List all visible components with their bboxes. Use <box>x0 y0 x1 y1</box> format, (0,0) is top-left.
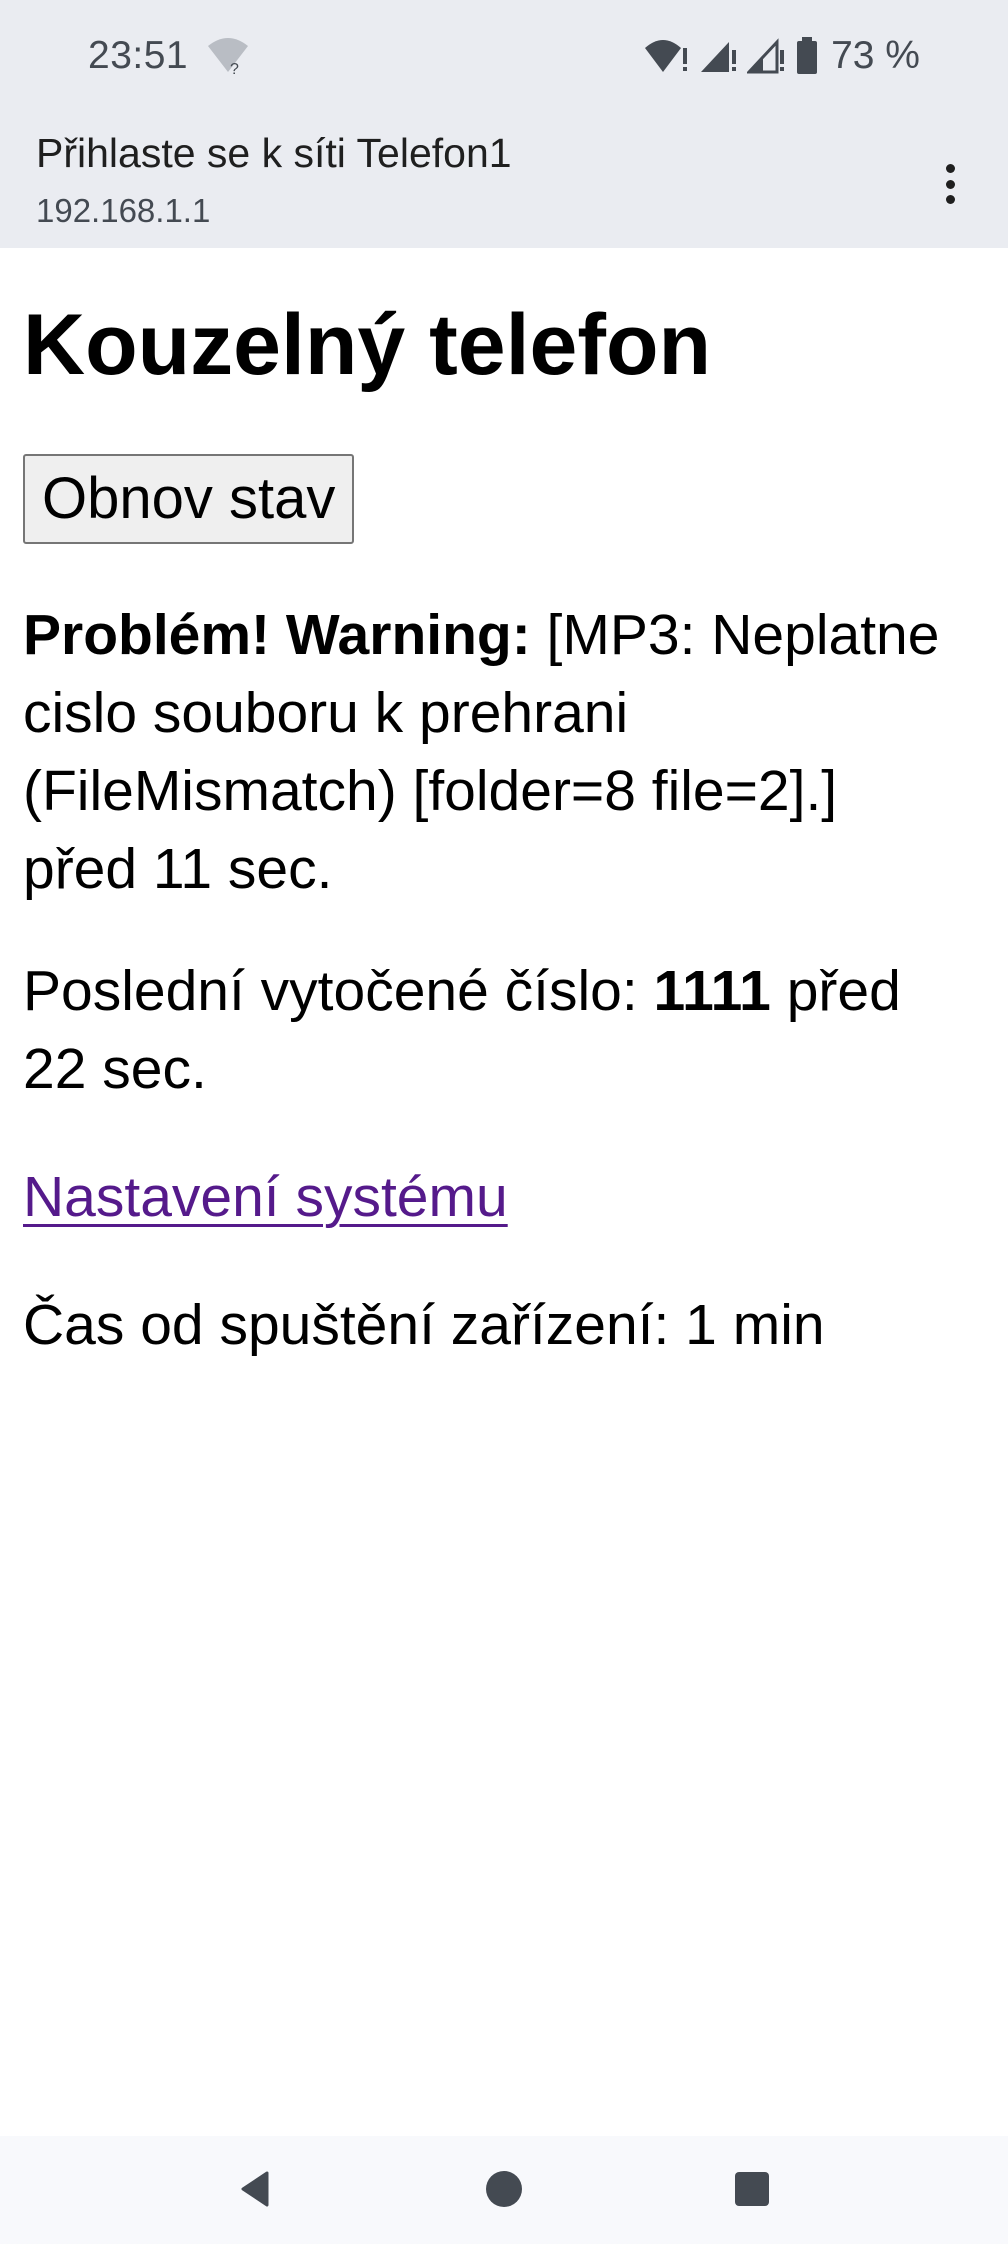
last-dialed-number: 1111 <box>653 959 771 1023</box>
uptime-info: Čas od spuštění zařízení: 1 min <box>23 1293 825 1357</box>
wifi-warning-icon <box>645 40 688 72</box>
svg-text:?: ? <box>230 61 239 76</box>
back-icon[interactable] <box>220 2154 290 2224</box>
browser-bar: Přihlaste se k síti Telefon1 192.168.1.1 <box>0 118 1008 248</box>
status-icons: 73 % <box>643 34 920 78</box>
recents-icon[interactable] <box>717 2154 787 2224</box>
problem-message: Problém! Warning: [MP3: Neplatne cislo s… <box>23 596 963 908</box>
system-settings-link[interactable]: Nastavení systému <box>23 1165 508 1229</box>
last-dialed-label: Poslední vytočené číslo: <box>23 959 654 1023</box>
refresh-status-button[interactable]: Obnov stav <box>23 454 355 544</box>
status-time: 23:51 <box>88 34 189 77</box>
battery-percent: 73 % <box>831 34 920 77</box>
signal-warning-icon <box>747 38 785 74</box>
signal-warning-icon <box>701 42 737 72</box>
browser-title: Přihlaste se k síti Telefon1 <box>36 130 512 176</box>
more-vert-icon[interactable] <box>932 156 968 212</box>
menu-dot <box>945 179 955 189</box>
last-dialed-info: Poslední vytočené číslo: 1111 před 22 se… <box>23 952 963 1108</box>
settings-paragraph: Nastavení systému <box>23 1158 963 1236</box>
menu-dot <box>945 195 955 204</box>
browser-url: 192.168.1.1 <box>36 192 211 229</box>
menu-dot <box>945 164 955 173</box>
battery-icon <box>797 37 818 74</box>
navigation-bar <box>0 2136 1008 2244</box>
home-icon[interactable] <box>469 2154 539 2224</box>
wifi-unknown-icon: ? <box>208 38 248 76</box>
status-bar: 23:51 ? 73 % <box>0 0 1008 118</box>
page-title: Kouzelný telefon <box>23 297 712 393</box>
problem-label: Problém! Warning: <box>23 603 531 667</box>
